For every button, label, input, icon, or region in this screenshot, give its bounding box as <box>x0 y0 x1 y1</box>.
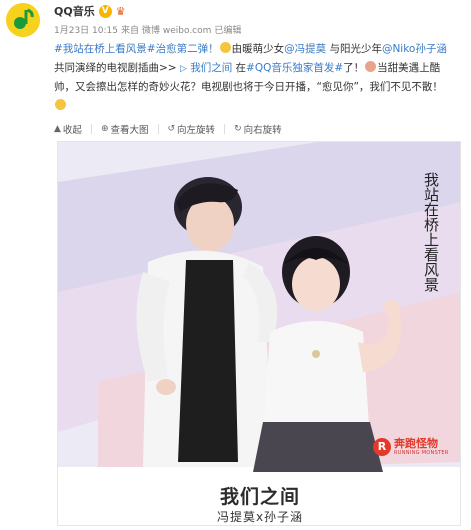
topic-link[interactable]: #QQ音乐独家首发# <box>246 62 343 74</box>
brand-logo: R 奔跑怪物 RUNNING MONSTER <box>373 438 449 456</box>
content-text: 在 <box>232 61 247 74</box>
rotate-left-button[interactable]: ↺ 向左旋转 <box>168 122 216 136</box>
rotate-right-button[interactable]: ↻ 向右旋转 <box>234 122 282 136</box>
brand-name-en: RUNNING MONSTER <box>394 450 449 456</box>
content-text: 当甜美遇上酷 <box>377 61 441 74</box>
mention-link[interactable]: @冯提莫 <box>284 43 326 55</box>
collapse-label: 收起 <box>62 125 82 136</box>
poster-calligraphy: 我站在桥上看风景 <box>422 172 440 292</box>
play-icon: ▷ <box>179 63 187 74</box>
post-image[interactable]: 我站在桥上看风景 R 奔跑怪物 RUNNING MONSTER 我们之间 冯提莫… <box>57 141 461 526</box>
mention-link[interactable]: @Niko孙子涵 <box>382 43 447 55</box>
qq-music-logo-icon <box>6 3 40 37</box>
rotate-left-icon: ↺ <box>167 124 176 134</box>
content-text: 共同演绎的电视剧插曲>> <box>54 61 180 74</box>
rotate-left-label: 向左旋转 <box>177 125 216 136</box>
collapse-icon: ▲ <box>54 124 61 134</box>
topic-link[interactable]: #我站在桥上看风景#治愈第二弹！ <box>54 43 219 55</box>
author-name[interactable]: QQ音乐 <box>54 3 95 19</box>
post-header: QQ音乐 V ♛ 1月23日 10:15 来自 微博 weibo.com 已编辑 <box>0 0 471 40</box>
source-prefix: 来自 <box>120 26 139 36</box>
brand-name: 奔跑怪物 <box>394 437 438 450</box>
zoom-icon: ⊕ <box>100 124 109 134</box>
content-text: 与阳光少年 <box>326 43 382 55</box>
song-link[interactable]: 我们之间 <box>190 62 232 74</box>
collapse-button[interactable]: ▲ 收起 <box>54 122 82 136</box>
view-large-button[interactable]: ⊕ 查看大图 <box>101 122 149 136</box>
content-line-2: 共同演绎的电视剧插曲>> ▷ 我们之间 在#QQ音乐独家首发#了！ 当甜美遇上酷 <box>54 59 466 79</box>
smile-emoji-icon <box>55 98 66 110</box>
divider <box>90 124 92 134</box>
crown-icon: ♛ <box>115 4 126 18</box>
timestamp[interactable]: 1月23日 10:15 <box>54 23 118 36</box>
rotate-right-icon: ↻ <box>234 124 242 134</box>
poster-title: 我们之间 <box>219 486 300 508</box>
avatar[interactable] <box>6 3 40 37</box>
content-line-1: #我站在桥上看风景#治愈第二弹！ 由暖萌少女@冯提莫 与阳光少年@Niko孙子涵 <box>54 40 466 59</box>
post-content: #我站在桥上看风景#治愈第二弹！ 由暖萌少女@冯提莫 与阳光少年@Niko孙子涵 … <box>54 40 466 115</box>
author-row: QQ音乐 V ♛ <box>54 4 126 18</box>
view-large-label: 查看大图 <box>110 125 149 136</box>
content-line-3: 帅，又会擦出怎样的奇妙火花？电视剧也将于今日开播，“愈见你”，我们不见不散！ <box>54 78 466 97</box>
post-meta: 1月23日 10:15 来自 微博 weibo.com 已编辑 <box>54 23 241 36</box>
source-site[interactable]: 微博 weibo.com <box>142 23 211 36</box>
edited-label: 已编辑 <box>214 26 242 36</box>
content-line-4 <box>54 97 466 116</box>
divider <box>157 124 159 134</box>
smile-emoji-icon <box>219 42 231 53</box>
blush-emoji-icon <box>365 60 377 72</box>
rotate-right-label: 向右旋转 <box>243 125 282 136</box>
brand-badge-icon: R <box>373 438 391 456</box>
content-text: 帅，又会擦出怎样的奇妙火花？电视剧也将于今日开播，“愈见你”，我们不见不散！ <box>54 81 443 93</box>
content-text: 了！ <box>343 61 365 74</box>
image-toolbar: ▲ 收起 ⊕ 查看大图 ↺ 向左旋转 ↻ 向右旋转 <box>54 122 466 136</box>
poster-subtitle: 冯提莫x孙子涵 <box>216 510 304 524</box>
divider <box>224 124 226 134</box>
verified-icon: V <box>98 4 112 18</box>
content-text: 由暖萌少女 <box>231 43 285 55</box>
